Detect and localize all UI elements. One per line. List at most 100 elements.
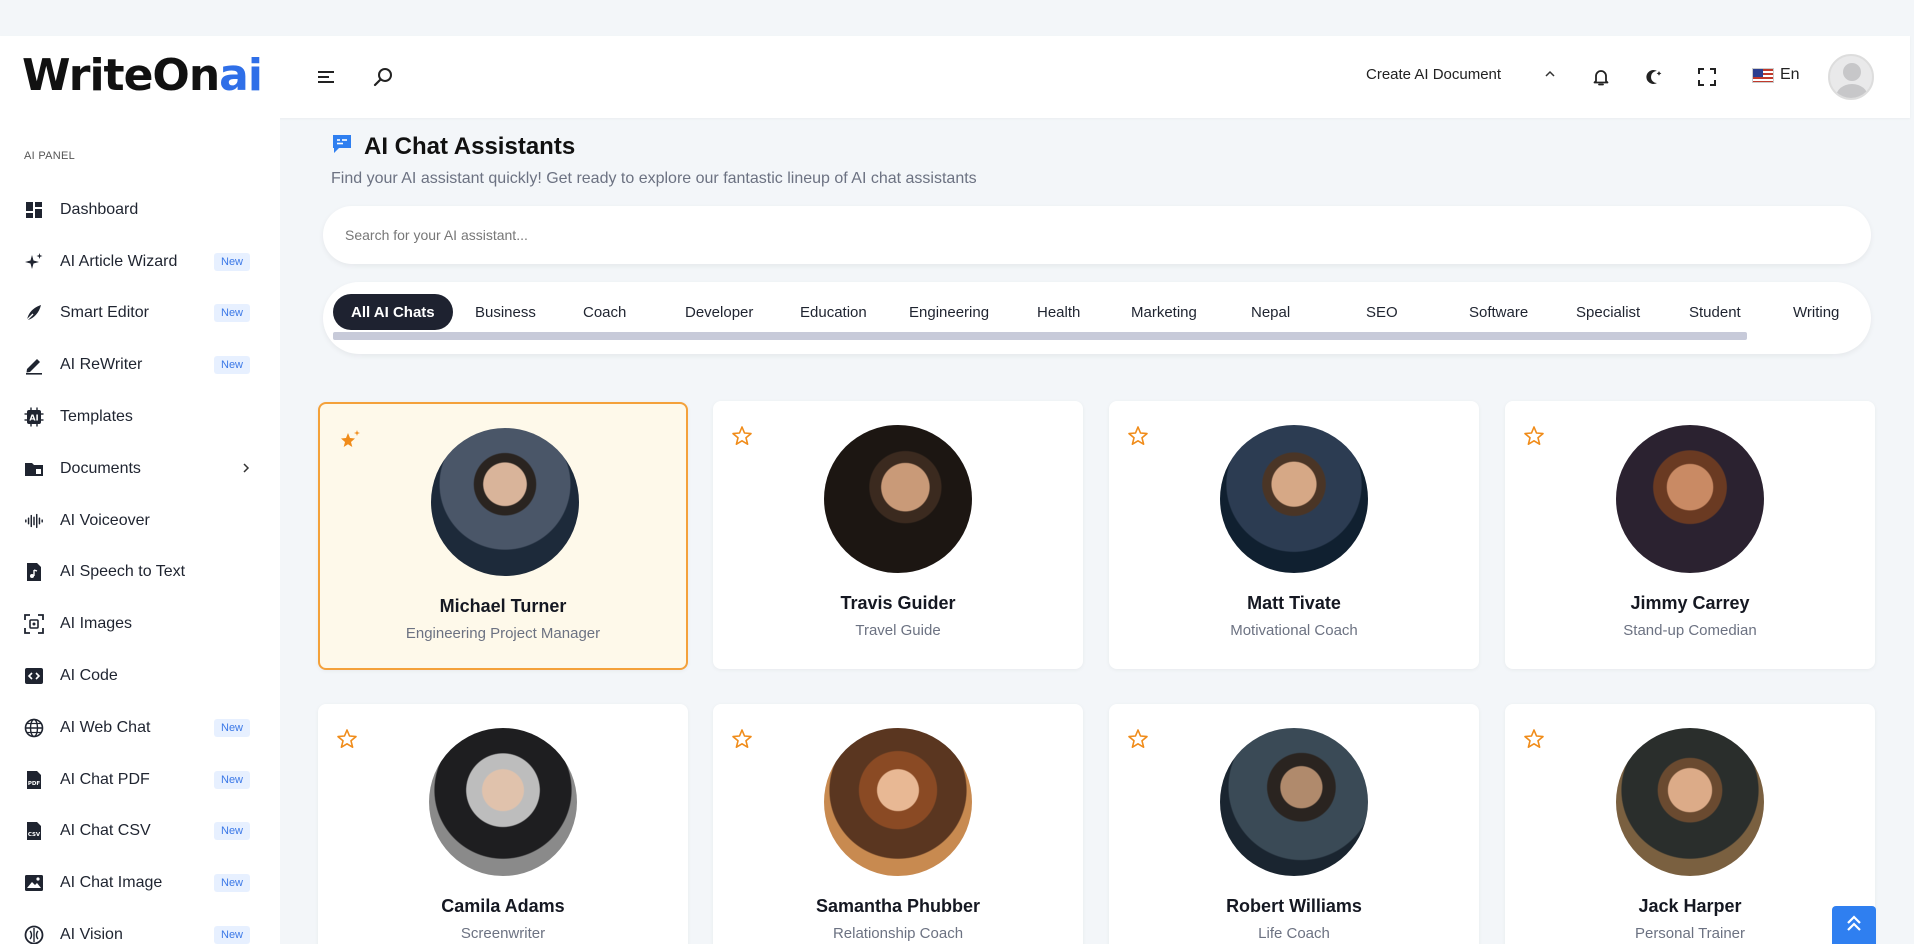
sidebar-item-ai-chat-pdf[interactable]: PDF AI Chat PDF New (0, 754, 280, 806)
sidebar-item-label: AI Voiceover (60, 511, 150, 529)
language-selector[interactable]: En (1752, 66, 1800, 84)
globe-icon (24, 718, 44, 738)
assistant-photo (1616, 728, 1764, 876)
csv-icon: CSV (24, 821, 44, 841)
category-filter-bar: All AI Chats Business Coach Developer Ed… (323, 282, 1871, 354)
assistant-role: Stand-up Comedian (1623, 622, 1757, 639)
scroll-to-top-button[interactable] (1832, 906, 1876, 944)
user-avatar[interactable] (1828, 54, 1874, 100)
category-tab-business[interactable]: Business (457, 294, 554, 330)
sidebar-item-documents[interactable]: Documents (0, 443, 280, 495)
assistant-role: Relationship Coach (832, 925, 964, 942)
assistant-card[interactable]: Michael Turner Engineering Project Manag… (318, 402, 688, 670)
sidebar-item-ai-code[interactable]: AI Code (0, 650, 280, 702)
category-scrollbar[interactable] (333, 332, 1747, 340)
category-tab-education[interactable]: Education (782, 294, 885, 330)
assistant-photo (824, 728, 972, 876)
new-badge: New (214, 926, 251, 944)
category-tab-nepal[interactable]: Nepal (1233, 294, 1308, 330)
assistant-photo (429, 728, 577, 876)
favorite-star-filled-icon[interactable] (338, 428, 362, 457)
favorite-star-icon[interactable] (336, 728, 358, 755)
favorite-star-icon[interactable] (731, 728, 753, 755)
sidebar-item-label: AI Web Chat (60, 718, 151, 736)
category-tab-coach[interactable]: Coach (565, 294, 644, 330)
page-title: AI Chat Assistants (364, 132, 576, 160)
category-tab-marketing[interactable]: Marketing (1113, 294, 1215, 330)
sidebar-item-ai-rewriter[interactable]: AI ReWriter New (0, 339, 280, 391)
category-tab-student[interactable]: Student (1671, 294, 1759, 330)
fullscreen-icon[interactable] (1694, 64, 1720, 90)
favorite-star-icon[interactable] (1127, 728, 1149, 755)
music-file-icon (24, 562, 44, 582)
assistant-role: Screenwriter (460, 925, 546, 942)
category-tab-seo[interactable]: SEO (1348, 294, 1416, 330)
create-ai-document-button[interactable]: Create AI Document (1366, 66, 1501, 83)
search-icon[interactable] (370, 64, 396, 90)
assistant-name: Camila Adams (441, 896, 565, 916)
menu-toggle-icon[interactable] (314, 64, 340, 90)
assistant-name: Matt Tivate (1247, 593, 1341, 613)
sidebar-item-smart-editor[interactable]: Smart Editor New (0, 288, 280, 340)
panel-title: AI PANEL (24, 150, 76, 162)
bell-icon[interactable] (1588, 64, 1614, 90)
chevron-right-icon (242, 461, 250, 477)
sidebar-item-ai-speech-to-text[interactable]: AI Speech to Text (0, 547, 280, 599)
category-tab-specialist[interactable]: Specialist (1558, 294, 1658, 330)
assistant-card[interactable]: Travis Guider Travel Guide (713, 401, 1083, 669)
favorite-star-icon[interactable] (1127, 425, 1149, 452)
category-tab-software[interactable]: Software (1451, 294, 1546, 330)
sidebar-item-label: AI ReWriter (60, 356, 143, 374)
logo[interactable]: WriteOnai (22, 50, 263, 101)
assistant-name: Jack Harper (1638, 896, 1742, 916)
assistant-card[interactable]: Camila Adams Screenwriter (318, 704, 688, 944)
category-tab-developer[interactable]: Developer (667, 294, 771, 330)
code-icon (24, 666, 44, 686)
sidebar-item-ai-chat-csv[interactable]: CSV AI Chat CSV New (0, 806, 280, 858)
assistant-photo (1220, 728, 1368, 876)
language-label: En (1780, 66, 1800, 83)
sidebar-item-ai-article-wizard[interactable]: AI Article Wizard New (0, 236, 280, 288)
assistant-name: Travis Guider (840, 593, 956, 613)
sidebar-item-label: AI Chat PDF (60, 770, 150, 788)
image-scan-icon (24, 614, 44, 635)
pdf-icon: PDF (24, 770, 44, 790)
favorite-star-icon[interactable] (731, 425, 753, 452)
category-tab-engineering[interactable]: Engineering (891, 294, 1007, 330)
sidebar-item-ai-images[interactable]: AI Images (0, 598, 280, 650)
assistant-search-input[interactable] (323, 206, 1871, 264)
sidebar-item-ai-vision[interactable]: AI Vision New (0, 909, 280, 944)
sidebar-item-templates[interactable]: AI Templates (0, 391, 280, 443)
assistant-role: Travel Guide (855, 622, 941, 639)
svg-text:PDF: PDF (28, 781, 41, 787)
category-tab-writing[interactable]: Writing (1775, 294, 1857, 330)
assistant-card[interactable]: Jack Harper Personal Trainer (1505, 704, 1875, 944)
sidebar-item-ai-voiceover[interactable]: AI Voiceover (0, 495, 280, 547)
sidebar-item-label: AI Speech to Text (60, 563, 186, 581)
assistant-card[interactable]: Matt Tivate Motivational Coach (1109, 401, 1479, 669)
assistant-card[interactable]: Robert Williams Life Coach (1109, 704, 1479, 944)
favorite-star-icon[interactable] (1523, 425, 1545, 452)
category-tab-all[interactable]: All AI Chats (333, 294, 453, 330)
category-tab-health[interactable]: Health (1019, 294, 1098, 330)
sidebar-item-label: AI Images (60, 615, 133, 633)
new-badge: New (214, 822, 251, 841)
chevron-up-icon[interactable] (1544, 66, 1556, 82)
brain-icon (24, 925, 44, 944)
main-content: AI Chat Assistants Find your AI assistan… (280, 118, 1910, 944)
assistant-role: Motivational Coach (1230, 622, 1358, 639)
sidebar-item-label: AI Article Wizard (60, 252, 178, 270)
sidebar-item-ai-chat-image[interactable]: AI Chat Image New (0, 857, 280, 909)
sidebar-item-dashboard[interactable]: Dashboard (0, 184, 280, 236)
assistant-card[interactable]: Samantha Phubber Relationship Coach (713, 704, 1083, 944)
assistant-photo (824, 425, 972, 573)
assistant-card[interactable]: Jimmy Carrey Stand-up Comedian (1505, 401, 1875, 669)
favorite-star-icon[interactable] (1523, 728, 1545, 755)
sidebar-item-ai-web-chat[interactable]: AI Web Chat New (0, 702, 280, 754)
new-badge: New (214, 718, 251, 737)
assistant-photo (431, 428, 579, 576)
sidebar-nav: Dashboard AI Article Wizard New Smart Ed… (0, 184, 280, 944)
dark-mode-icon[interactable] (1641, 64, 1667, 90)
sidebar-item-label: Dashboard (60, 200, 139, 218)
assistant-name: Robert Williams (1226, 896, 1362, 916)
